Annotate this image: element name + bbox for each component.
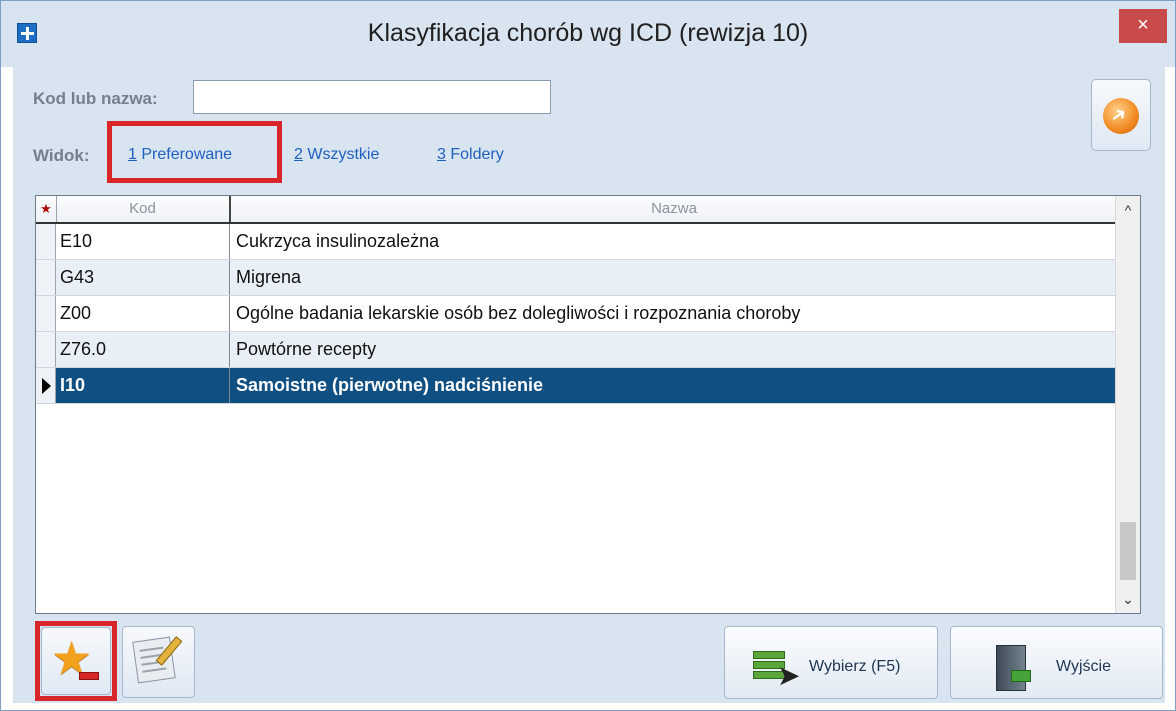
column-divider [229, 296, 230, 331]
remove-favorite-button[interactable]: ★ [41, 627, 111, 695]
view-label: Widok: [33, 146, 90, 165]
column-header-kod[interactable]: Kod [56, 196, 231, 222]
table-row[interactable]: E10 Cukrzyca insulinozależna [36, 224, 1117, 260]
column-header-nazwa[interactable]: Nazwa [231, 196, 1117, 222]
column-divider [229, 368, 230, 403]
table-row-selected[interactable]: I10 Samoistne (pierwotne) nadciśnienie [36, 368, 1117, 404]
favorite-marker-icon: ★ [36, 196, 57, 222]
tab-label: Wszystkie [307, 146, 380, 163]
table-row[interactable]: G43 Migrena [36, 260, 1117, 296]
edit-note-button[interactable] [122, 626, 195, 698]
cell-kod: E10 [60, 231, 93, 251]
scroll-up-icon[interactable]: ^ [1116, 198, 1140, 222]
scroll-down-icon[interactable]: ⌄ [1116, 587, 1140, 611]
search-input[interactable] [193, 80, 551, 114]
row-indicator [36, 260, 56, 295]
cell-kod: Z00 [60, 303, 92, 323]
tab-wszystkie[interactable]: 2 Wszystkie [294, 146, 379, 164]
minus-icon [79, 672, 99, 680]
row-indicator [36, 296, 56, 331]
icd-dialog: Klasyfikacja chorób wg ICD (rewizja 10) … [0, 0, 1176, 711]
cell-kod: Z76.0 [60, 339, 107, 359]
cell-nazwa: Powtórne recepty [236, 339, 377, 359]
cell-nazwa: Samoistne (pierwotne) nadciśnienie [236, 375, 544, 395]
tab-label: Foldery [450, 146, 504, 163]
select-button-label: Wybierz (F5) [809, 658, 901, 675]
exit-button[interactable]: Wyjście [950, 626, 1163, 699]
vertical-scrollbar[interactable]: ^ ⌄ [1115, 196, 1140, 613]
column-divider [229, 224, 230, 259]
tab-key: 2 [294, 146, 303, 163]
tab-key: 1 [128, 146, 137, 163]
icd-grid: ★ Kod Nazwa E10 Cukrzyca insulinozależna… [35, 195, 1141, 614]
cell-kod: I10 [60, 375, 86, 395]
row-indicator [36, 332, 56, 367]
row-indicator [36, 224, 56, 259]
title-bar: Klasyfikacja chorób wg ICD (rewizja 10) … [1, 1, 1175, 67]
close-button[interactable]: × [1119, 9, 1167, 43]
tab-key: 3 [437, 146, 446, 163]
current-row-pointer-icon [36, 368, 56, 403]
cell-nazwa: Cukrzyca insulinozależna [236, 231, 440, 251]
column-divider [229, 260, 230, 295]
tab-foldery[interactable]: 3 Foldery [437, 146, 504, 164]
table-row[interactable]: Z76.0 Powtórne recepty [36, 332, 1117, 368]
column-divider [229, 332, 230, 367]
scroll-thumb[interactable] [1120, 522, 1136, 580]
grid-header: ★ Kod Nazwa [36, 196, 1117, 224]
cell-nazwa: Migrena [236, 267, 302, 287]
exit-button-label: Wyjście [1056, 658, 1111, 675]
select-button[interactable]: ➤ Wybierz (F5) [724, 626, 938, 699]
search-label: Kod lub nazwa: [33, 89, 158, 108]
select-list-icon: ➤ [753, 651, 800, 691]
exit-door-icon [996, 645, 1031, 691]
window-title: Klasyfikacja chorób wg ICD (rewizja 10) [367, 19, 809, 47]
tab-preferowane[interactable]: 1 Preferowane [128, 146, 232, 164]
table-row[interactable]: Z00 Ogólne badania lekarskie osób bez do… [36, 296, 1117, 332]
refresh-button[interactable] [1091, 79, 1151, 151]
tab-label: Preferowane [141, 146, 233, 163]
cell-kod: G43 [60, 267, 95, 287]
cell-nazwa: Ogólne badania lekarskie osób bez dolegl… [236, 303, 801, 323]
refresh-icon [1103, 98, 1139, 134]
